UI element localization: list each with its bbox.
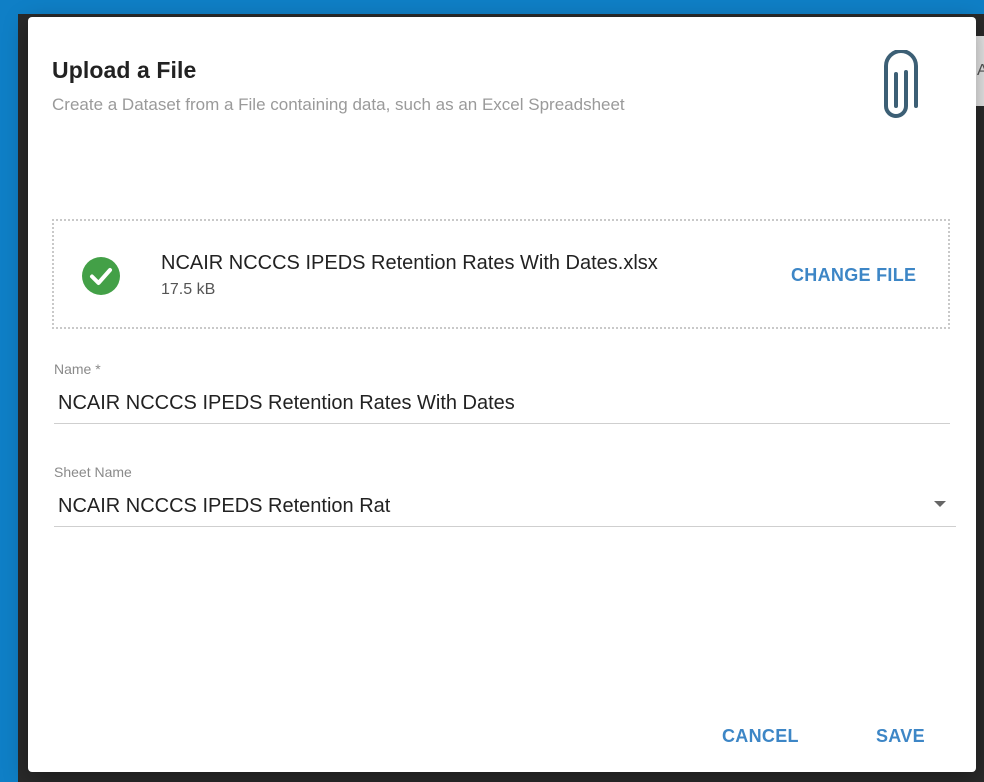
background-partial-text: A bbox=[977, 62, 984, 79]
paperclip-icon bbox=[884, 50, 918, 118]
sheet-name-label: Sheet Name bbox=[54, 464, 132, 480]
file-size: 17.5 kB bbox=[161, 281, 216, 298]
sheet-name-select[interactable]: Sheet Name NCAIR NCCCS IPEDS Retention R… bbox=[54, 460, 956, 530]
dropdown-arrow-icon bbox=[934, 501, 946, 507]
cancel-button[interactable]: CANCEL bbox=[722, 726, 799, 747]
background-header bbox=[18, 0, 984, 14]
name-label: Name * bbox=[54, 361, 101, 377]
file-name: NCAIR NCCCS IPEDS Retention Rates With D… bbox=[161, 252, 658, 274]
change-file-button[interactable]: CHANGE FILE bbox=[791, 265, 916, 286]
name-input[interactable]: Name * NCAIR NCCCS IPEDS Retention Rates… bbox=[54, 357, 950, 427]
name-underline bbox=[54, 423, 950, 424]
save-button[interactable]: SAVE bbox=[876, 726, 925, 747]
dialog-title: Upload a File bbox=[52, 57, 197, 83]
name-value: NCAIR NCCCS IPEDS Retention Rates With D… bbox=[58, 392, 515, 414]
dialog-subtitle: Create a Dataset from a File containing … bbox=[52, 95, 625, 114]
selected-file-panel: NCAIR NCCCS IPEDS Retention Rates With D… bbox=[52, 219, 950, 329]
upload-file-dialog: Upload a File Create a Dataset from a Fi… bbox=[28, 17, 976, 772]
check-circle-icon bbox=[82, 257, 120, 295]
sheet-name-value: NCAIR NCCCS IPEDS Retention Rat bbox=[58, 495, 391, 517]
sheet-name-underline bbox=[54, 526, 956, 527]
